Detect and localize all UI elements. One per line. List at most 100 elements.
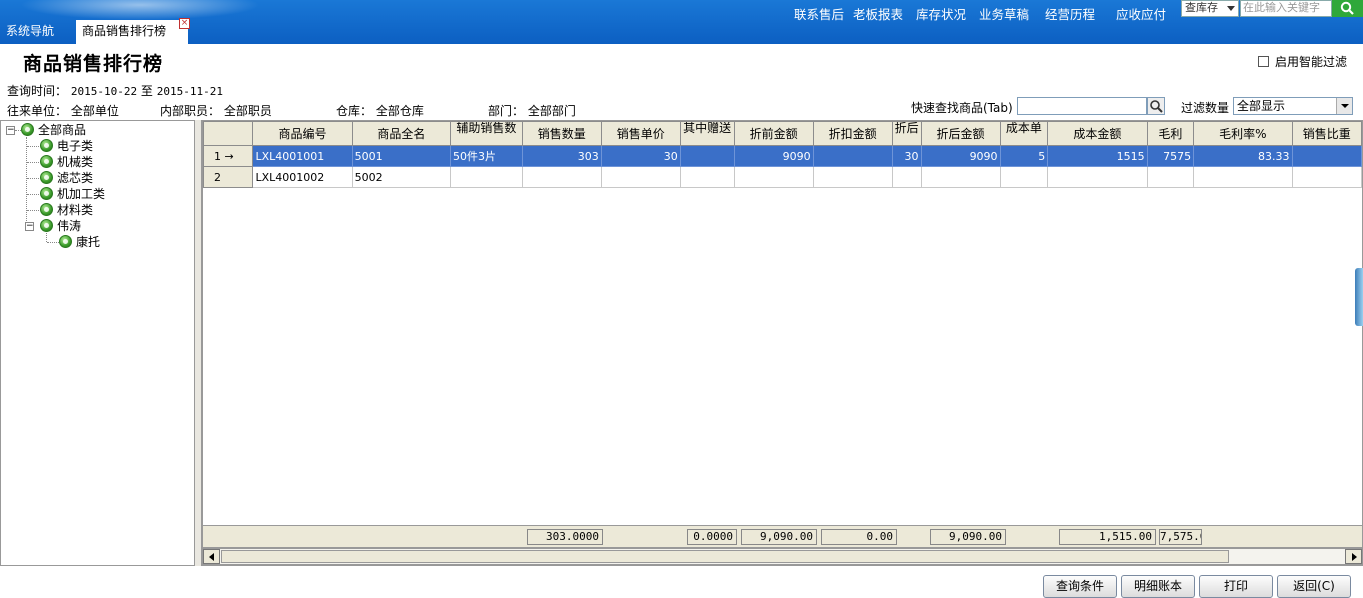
quick-find-button[interactable] xyxy=(1147,97,1165,115)
col-header-cost-amount[interactable]: 成本金额 xyxy=(1047,121,1148,146)
grid-header-row: 商品编号 商品全名 辅助销售数 销售数量 销售单价 其中赠送 折前金额 折扣金额… xyxy=(203,121,1362,146)
cell-discount-amount[interactable] xyxy=(812,166,893,188)
query-date-to: 2015-11-21 xyxy=(156,85,223,98)
col-header-qty[interactable]: 销售数量 xyxy=(521,121,602,146)
unit-label: 往来单位： xyxy=(7,104,68,118)
cell-pre-amount[interactable] xyxy=(733,166,814,188)
scroll-left-button[interactable] xyxy=(203,549,220,564)
cell-aux-qty[interactable]: 50件3片 xyxy=(450,145,523,167)
tab-close-icon[interactable]: × xyxy=(179,18,190,29)
col-header-name[interactable]: 商品全名 xyxy=(351,121,452,146)
query-time: 查询时间： 2015-10-22 至 2015-11-21 xyxy=(7,82,223,99)
horizontal-scrollbar[interactable] xyxy=(202,548,1363,565)
cell-cost-price[interactable] xyxy=(999,166,1049,188)
back-button[interactable]: 返回(C) xyxy=(1277,575,1351,598)
col-header-post-amount[interactable]: 折后金额 xyxy=(920,121,1001,146)
cell-price[interactable]: 30 xyxy=(600,145,681,167)
menu-business-history[interactable]: 经营历程 xyxy=(1045,4,1095,23)
page-title: 商品销售排行榜 xyxy=(23,53,164,75)
side-panel-handle[interactable] xyxy=(1355,268,1363,326)
cell-price[interactable] xyxy=(600,166,681,188)
cell-margin[interactable] xyxy=(1193,166,1293,188)
col-header-cost-price[interactable]: 成本单 xyxy=(999,121,1049,146)
col-header-discount-amount[interactable]: 折扣金额 xyxy=(812,121,893,146)
cell-cost-price[interactable]: 5 xyxy=(999,145,1049,167)
cell-profit[interactable]: 7575 xyxy=(1146,145,1195,167)
quick-find-input[interactable] xyxy=(1017,97,1147,115)
cell-post-amount[interactable] xyxy=(920,166,1001,188)
col-header-margin[interactable]: 毛利率% xyxy=(1193,121,1293,146)
cell-cost-amount[interactable]: 1515 xyxy=(1047,145,1148,167)
collapse-icon[interactable]: − xyxy=(6,126,15,135)
top-bar: 系统导航 商品销售排行榜 × 联系售后 老板报表 库存状况 业务草稿 经营历程 … xyxy=(0,0,1363,44)
cell-qty[interactable]: 303 xyxy=(521,145,602,167)
table-row[interactable]: 1 → LXL4001001 5001 50件3片 303 30 9090 30… xyxy=(203,145,1362,167)
col-header-share[interactable]: 销售比重 xyxy=(1291,121,1362,146)
menu-business-draft[interactable]: 业务草稿 xyxy=(979,4,1029,23)
top-search-input[interactable]: 在此输入关键字 xyxy=(1240,0,1332,17)
cell-code[interactable]: LXL4001001 xyxy=(252,145,353,167)
cell-gift[interactable] xyxy=(679,166,735,188)
menu-receivables[interactable]: 应收应付 xyxy=(1116,4,1166,23)
scroll-right-button[interactable] xyxy=(1345,549,1362,564)
cell-pre-amount[interactable]: 9090 xyxy=(733,145,814,167)
cell-gift[interactable] xyxy=(679,145,735,167)
tab-sales-ranking[interactable]: 商品销售排行榜 xyxy=(76,20,188,44)
collapse-icon[interactable]: − xyxy=(25,222,34,231)
menu-boss-report[interactable]: 老板报表 xyxy=(853,4,903,23)
cell-share[interactable] xyxy=(1291,166,1362,188)
cell-code[interactable]: LXL4001002 xyxy=(252,166,353,188)
col-header-pre-amount[interactable]: 折前金额 xyxy=(733,121,814,146)
category-icon xyxy=(40,219,53,232)
cell-name[interactable]: 5001 xyxy=(351,145,452,167)
col-header-aux-qty[interactable]: 辅助销售数 xyxy=(450,121,523,146)
tab-system-nav[interactable]: 系统导航 xyxy=(0,20,76,44)
cell-discount[interactable] xyxy=(891,166,922,188)
print-button[interactable]: 打印 xyxy=(1199,575,1273,598)
menu-inventory-status[interactable]: 库存状况 xyxy=(916,4,966,23)
tree-node-label: 伟涛 xyxy=(57,219,82,233)
tree-node-filter[interactable]: 滤芯类 xyxy=(40,170,93,186)
category-icon xyxy=(59,235,72,248)
table-row[interactable]: 2 LXL4001002 5002 xyxy=(203,166,1362,188)
tree-node-electronics[interactable]: 电子类 xyxy=(40,138,93,154)
col-header-gift[interactable]: 其中赠送 xyxy=(679,121,735,146)
tree-node-weitao[interactable]: 伟涛 xyxy=(40,218,81,234)
cell-cost-amount[interactable] xyxy=(1047,166,1148,188)
tree-node-machining[interactable]: 机加工类 xyxy=(40,186,105,202)
query-to-word: 至 xyxy=(140,84,153,98)
query-date-from: 2015-10-22 xyxy=(70,85,138,98)
col-header-discount[interactable]: 折后 xyxy=(891,121,922,146)
cell-post-amount[interactable]: 9090 xyxy=(920,145,1001,167)
menu-after-sales[interactable]: 联系售后 xyxy=(794,4,844,23)
dropdown-button[interactable] xyxy=(1336,98,1352,114)
scroll-thumb[interactable] xyxy=(221,550,1229,563)
top-search-button[interactable] xyxy=(1332,0,1363,17)
filter-qty-select[interactable]: 全部显示 xyxy=(1233,97,1353,115)
top-search-type-select[interactable]: 查库存 xyxy=(1181,0,1239,17)
query-unit: 往来单位： 全部单位 xyxy=(7,102,119,119)
detail-ledger-button[interactable]: 明细账本 xyxy=(1121,575,1195,598)
cell-qty[interactable] xyxy=(521,166,602,188)
col-header-profit[interactable]: 毛利 xyxy=(1146,121,1195,146)
cell-discount[interactable]: 30 xyxy=(891,145,922,167)
cell-name[interactable]: 5002 xyxy=(351,166,452,188)
cell-discount-amount[interactable] xyxy=(812,145,893,167)
tree-splitter[interactable] xyxy=(195,120,202,566)
tree-node-mechanical[interactable]: 机械类 xyxy=(40,154,93,170)
col-header-price[interactable]: 销售单价 xyxy=(600,121,681,146)
tree-node-materials[interactable]: 材料类 xyxy=(40,202,93,218)
tree-node-kangtuo[interactable]: 康托 xyxy=(59,234,100,250)
col-header-code[interactable]: 商品编号 xyxy=(252,121,353,146)
query-conditions-button[interactable]: 查询条件 xyxy=(1043,575,1117,598)
cell-margin[interactable]: 83.33 xyxy=(1193,145,1293,167)
cell-profit[interactable] xyxy=(1146,166,1195,188)
checkbox-box[interactable] xyxy=(1258,56,1269,67)
query-time-label: 查询时间： xyxy=(7,84,68,98)
tree-node-all-products[interactable]: 全部商品 xyxy=(21,122,86,138)
total-post-amount: 9,090.00 xyxy=(930,529,1006,545)
smart-filter-checkbox[interactable]: 启用智能过滤 xyxy=(1258,53,1347,70)
cell-aux-qty[interactable] xyxy=(450,166,523,188)
tree-node-label: 电子类 xyxy=(57,139,94,153)
cell-share[interactable] xyxy=(1291,145,1362,167)
